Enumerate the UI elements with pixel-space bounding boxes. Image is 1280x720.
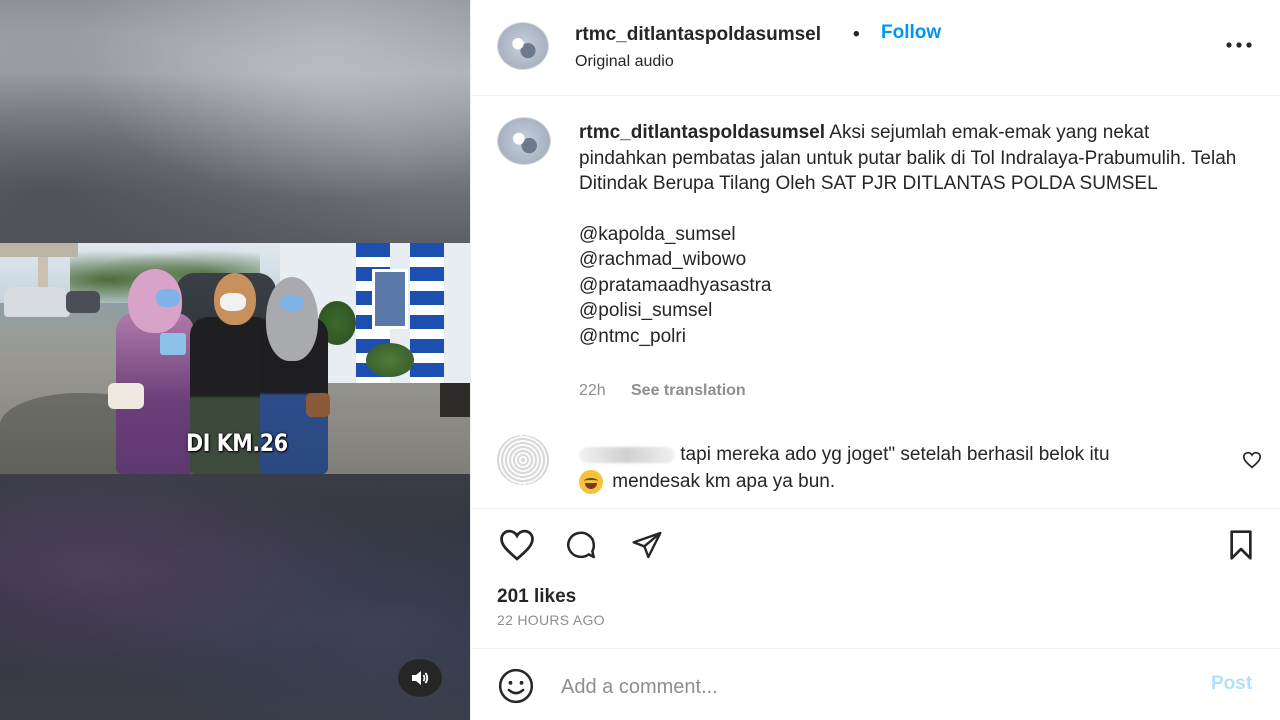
comments-section: rtmc_ditlantaspoldasumsel Aksi sejumlah … bbox=[471, 97, 1280, 507]
mention-link[interactable]: @pratamaadhyasastra bbox=[579, 273, 1239, 299]
post-side-panel: rtmc_ditlantaspoldasumsel • Follow Origi… bbox=[470, 0, 1280, 720]
caption-time[interactable]: 22h bbox=[579, 382, 606, 399]
see-translation-button[interactable]: See translation bbox=[631, 382, 746, 400]
avatar[interactable] bbox=[497, 22, 549, 70]
media-pane: DI KM.26 bbox=[0, 0, 470, 720]
video-caption-overlay: DI KM.26 bbox=[186, 429, 288, 457]
heart-icon bbox=[1242, 451, 1262, 468]
caption-avatar[interactable] bbox=[497, 117, 551, 165]
mention-link[interactable]: @polisi_sumsel bbox=[579, 298, 1239, 324]
video-frame[interactable]: DI KM.26 bbox=[0, 243, 470, 474]
send-icon bbox=[632, 531, 662, 559]
comment-avatar[interactable] bbox=[497, 435, 549, 485]
emoji-picker-button[interactable] bbox=[495, 667, 537, 707]
mention-link[interactable]: @rachmad_wibowo bbox=[579, 247, 1239, 273]
follow-button[interactable]: Follow bbox=[881, 22, 941, 44]
add-comment-bar: Post bbox=[471, 648, 1280, 720]
header-username[interactable]: rtmc_ditlantaspoldasumsel bbox=[575, 24, 821, 46]
more-options-icon bbox=[1226, 42, 1252, 48]
post-timestamp: 22 HOURS AGO bbox=[497, 612, 605, 628]
smiley-icon bbox=[498, 668, 534, 704]
comment-button[interactable] bbox=[559, 525, 603, 565]
speaker-icon bbox=[412, 671, 429, 685]
share-button[interactable] bbox=[625, 525, 669, 565]
comment-input[interactable] bbox=[561, 671, 1161, 703]
post-caption: rtmc_ditlantaspoldasumsel Aksi sejumlah … bbox=[579, 120, 1239, 349]
heart-icon bbox=[500, 529, 534, 561]
audio-toggle-button[interactable] bbox=[398, 659, 442, 697]
action-bar bbox=[471, 508, 1280, 576]
caption-mentions: @kapolda_sumsel @rachmad_wibowo @pratama… bbox=[579, 222, 1239, 350]
comment: tapi mereka ado yg joget" setelah berhas… bbox=[579, 441, 1219, 495]
save-button[interactable] bbox=[1219, 525, 1263, 565]
bookmark-icon bbox=[1230, 530, 1252, 560]
comment-username-redacted bbox=[579, 446, 675, 463]
comment-text-line1: tapi mereka ado yg joget" setelah berhas… bbox=[680, 444, 1110, 465]
mention-link[interactable]: @ntmc_polri bbox=[579, 324, 1239, 350]
post-header: rtmc_ditlantaspoldasumsel • Follow Origi… bbox=[471, 0, 1280, 96]
like-button[interactable] bbox=[495, 525, 539, 565]
more-options-button[interactable] bbox=[1221, 30, 1257, 60]
caption-username[interactable]: rtmc_ditlantaspoldasumsel bbox=[579, 122, 825, 143]
comment-text-line2: mendesak km apa ya bun. bbox=[612, 471, 836, 492]
post-comment-button[interactable]: Post bbox=[1211, 673, 1252, 695]
blurred-background-top bbox=[0, 0, 470, 243]
comment-icon bbox=[567, 531, 596, 559]
comment-like-button[interactable] bbox=[1239, 449, 1265, 473]
original-audio-link[interactable]: Original audio bbox=[575, 53, 674, 71]
caption-meta: 22h See translation bbox=[579, 382, 746, 400]
mention-link[interactable]: @kapolda_sumsel bbox=[579, 222, 1239, 248]
laughing-emoji-icon bbox=[579, 469, 603, 494]
header-separator: • bbox=[853, 24, 860, 45]
likes-count[interactable]: 201 likes bbox=[497, 586, 576, 608]
